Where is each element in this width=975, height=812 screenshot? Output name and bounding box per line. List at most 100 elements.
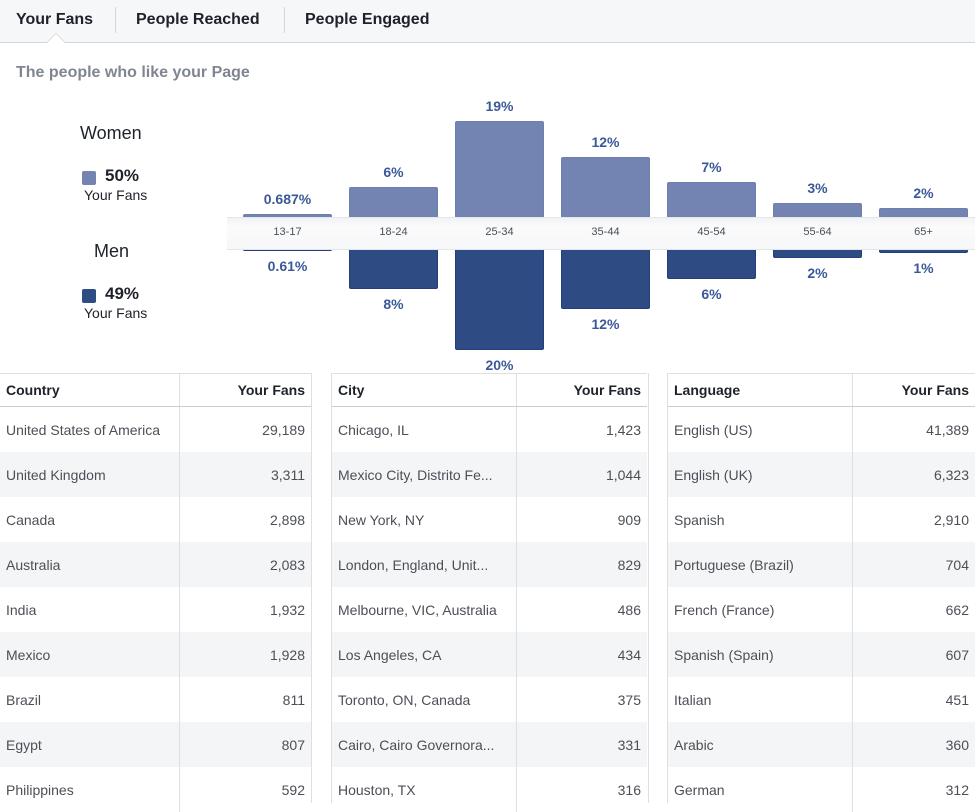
language-name-cell: Italian: [668, 677, 853, 722]
your-fans-column-header[interactable]: Your Fans: [853, 374, 975, 407]
your-fans-column-header[interactable]: Your Fans: [517, 374, 648, 407]
table-row: Australia2,083: [0, 542, 311, 587]
country-name-cell: Egypt: [0, 722, 180, 767]
table-row: Egypt807: [0, 722, 311, 767]
women-bar-label: 3%: [768, 180, 868, 196]
tab-divider: [115, 7, 116, 33]
fan-count-cell: 807: [180, 722, 312, 767]
your-fans-column-header[interactable]: Your Fans: [180, 374, 312, 407]
table-row: Brazil811: [0, 677, 311, 722]
country-table: CountryYour FansUnited States of America…: [0, 373, 311, 812]
city-name-cell: Toronto, ON, Canada: [332, 677, 517, 722]
language-column-header[interactable]: Language: [668, 374, 853, 407]
city-table: CityYour FansChicago, IL1,423Mexico City…: [332, 373, 647, 812]
country-column-header[interactable]: Country: [0, 374, 180, 407]
fan-count-cell: 1,928: [180, 632, 312, 677]
language-header-row: LanguageYour Fans: [668, 374, 975, 407]
men-bar-label: 12%: [556, 316, 656, 332]
women-bar-45-54[interactable]: [667, 182, 756, 218]
table-row: Melbourne, VIC, Australia486: [332, 587, 647, 632]
men-bar-label: 0.61%: [238, 258, 338, 274]
fan-count-cell: 2,910: [853, 497, 975, 542]
fan-count-cell: 434: [517, 632, 648, 677]
table-row: Los Angeles, CA434: [332, 632, 647, 677]
table-row: Houston, TX316: [332, 767, 647, 812]
men-bar-label: 8%: [344, 296, 444, 312]
table-row: Arabic360: [668, 722, 975, 767]
country-name-cell: Mexico: [0, 632, 180, 677]
table-row: United Kingdom3,311: [0, 452, 311, 497]
men-bar-35-44[interactable]: [561, 248, 650, 309]
table-row: Spanish (Spain)607: [668, 632, 975, 677]
fan-count-cell: 360: [853, 722, 975, 767]
table-row: India1,932: [0, 587, 311, 632]
men-bar-label: 1%: [874, 260, 974, 276]
age-tick-label: 18-24: [344, 226, 444, 238]
table-row: Portuguese (Brazil)704: [668, 542, 975, 587]
table-row: Chicago, IL1,423: [332, 407, 647, 453]
language-name-cell: English (UK): [668, 452, 853, 497]
city-name-cell: Los Angeles, CA: [332, 632, 517, 677]
tab-bar: Your Fans People Reached People Engaged: [0, 0, 975, 43]
active-tab-caret-icon: [46, 33, 66, 43]
city-name-cell: New York, NY: [332, 497, 517, 542]
language-table: LanguageYour FansEnglish (US)41,389Engli…: [668, 373, 975, 812]
women-bar-18-24[interactable]: [349, 187, 438, 218]
fan-count-cell: 6,323: [853, 452, 975, 497]
men-bar-label: 6%: [662, 286, 762, 302]
women-bar-35-44[interactable]: [561, 157, 650, 218]
table-row: Italian451: [668, 677, 975, 722]
women-bar-label: 2%: [874, 185, 974, 201]
table-row: English (UK)6,323: [668, 452, 975, 497]
fan-count-cell: 331: [517, 722, 648, 767]
city-column-header[interactable]: City: [332, 374, 517, 407]
fan-count-cell: 2,083: [180, 542, 312, 587]
city-header-row: CityYour Fans: [332, 374, 647, 407]
country-name-cell: Canada: [0, 497, 180, 542]
fan-count-cell: 1,423: [517, 407, 648, 453]
men-bar-45-54[interactable]: [667, 248, 756, 279]
age-tick-label: 65+: [874, 226, 974, 238]
language-name-cell: French (France): [668, 587, 853, 632]
tab-people-reached[interactable]: People Reached: [136, 0, 260, 42]
women-bar-label: 0.687%: [238, 191, 338, 207]
tab-people-engaged[interactable]: People Engaged: [305, 0, 429, 42]
table-row: Spanish2,910: [668, 497, 975, 542]
fan-count-cell: 592: [180, 767, 312, 812]
table-row: Philippines592: [0, 767, 311, 812]
city-name-cell: Mexico City, Distrito Fe...: [332, 452, 517, 497]
table-row: Toronto, ON, Canada375: [332, 677, 647, 722]
table-row: English (US)41,389: [668, 407, 975, 453]
table-row: London, England, Unit...829: [332, 542, 647, 587]
age-tick-label: 25-34: [450, 226, 550, 238]
fan-count-cell: 829: [517, 542, 648, 587]
country-name-cell: Australia: [0, 542, 180, 587]
country-name-cell: United Kingdom: [0, 452, 180, 497]
men-bar-25-34[interactable]: [455, 248, 544, 350]
women-bar-25-34[interactable]: [455, 121, 544, 218]
tab-divider: [284, 7, 285, 33]
country-name-cell: Philippines: [0, 767, 180, 812]
age-tick-label: 13-17: [238, 226, 338, 238]
women-bar-label: 7%: [662, 159, 762, 175]
language-name-cell: Arabic: [668, 722, 853, 767]
fan-count-cell: 41,389: [853, 407, 975, 453]
fan-count-cell: 909: [517, 497, 648, 542]
fan-count-cell: 704: [853, 542, 975, 587]
fan-count-cell: 375: [517, 677, 648, 722]
age-tick-label: 45-54: [662, 226, 762, 238]
table-row: United States of America29,189: [0, 407, 311, 453]
city-name-cell: Melbourne, VIC, Australia: [332, 587, 517, 632]
age-tick-label: 55-64: [768, 226, 868, 238]
language-name-cell: German: [668, 767, 853, 812]
language-name-cell: Portuguese (Brazil): [668, 542, 853, 587]
country-name-cell: United States of America: [0, 407, 180, 453]
fan-count-cell: 312: [853, 767, 975, 812]
women-bar-label: 6%: [344, 164, 444, 180]
language-name-cell: English (US): [668, 407, 853, 453]
men-bar-18-24[interactable]: [349, 248, 438, 289]
fan-count-cell: 1,044: [517, 452, 648, 497]
table-row: Cairo, Cairo Governora...331: [332, 722, 647, 767]
women-bar-55-64[interactable]: [773, 203, 862, 218]
age-tick-label: 35-44: [556, 226, 656, 238]
